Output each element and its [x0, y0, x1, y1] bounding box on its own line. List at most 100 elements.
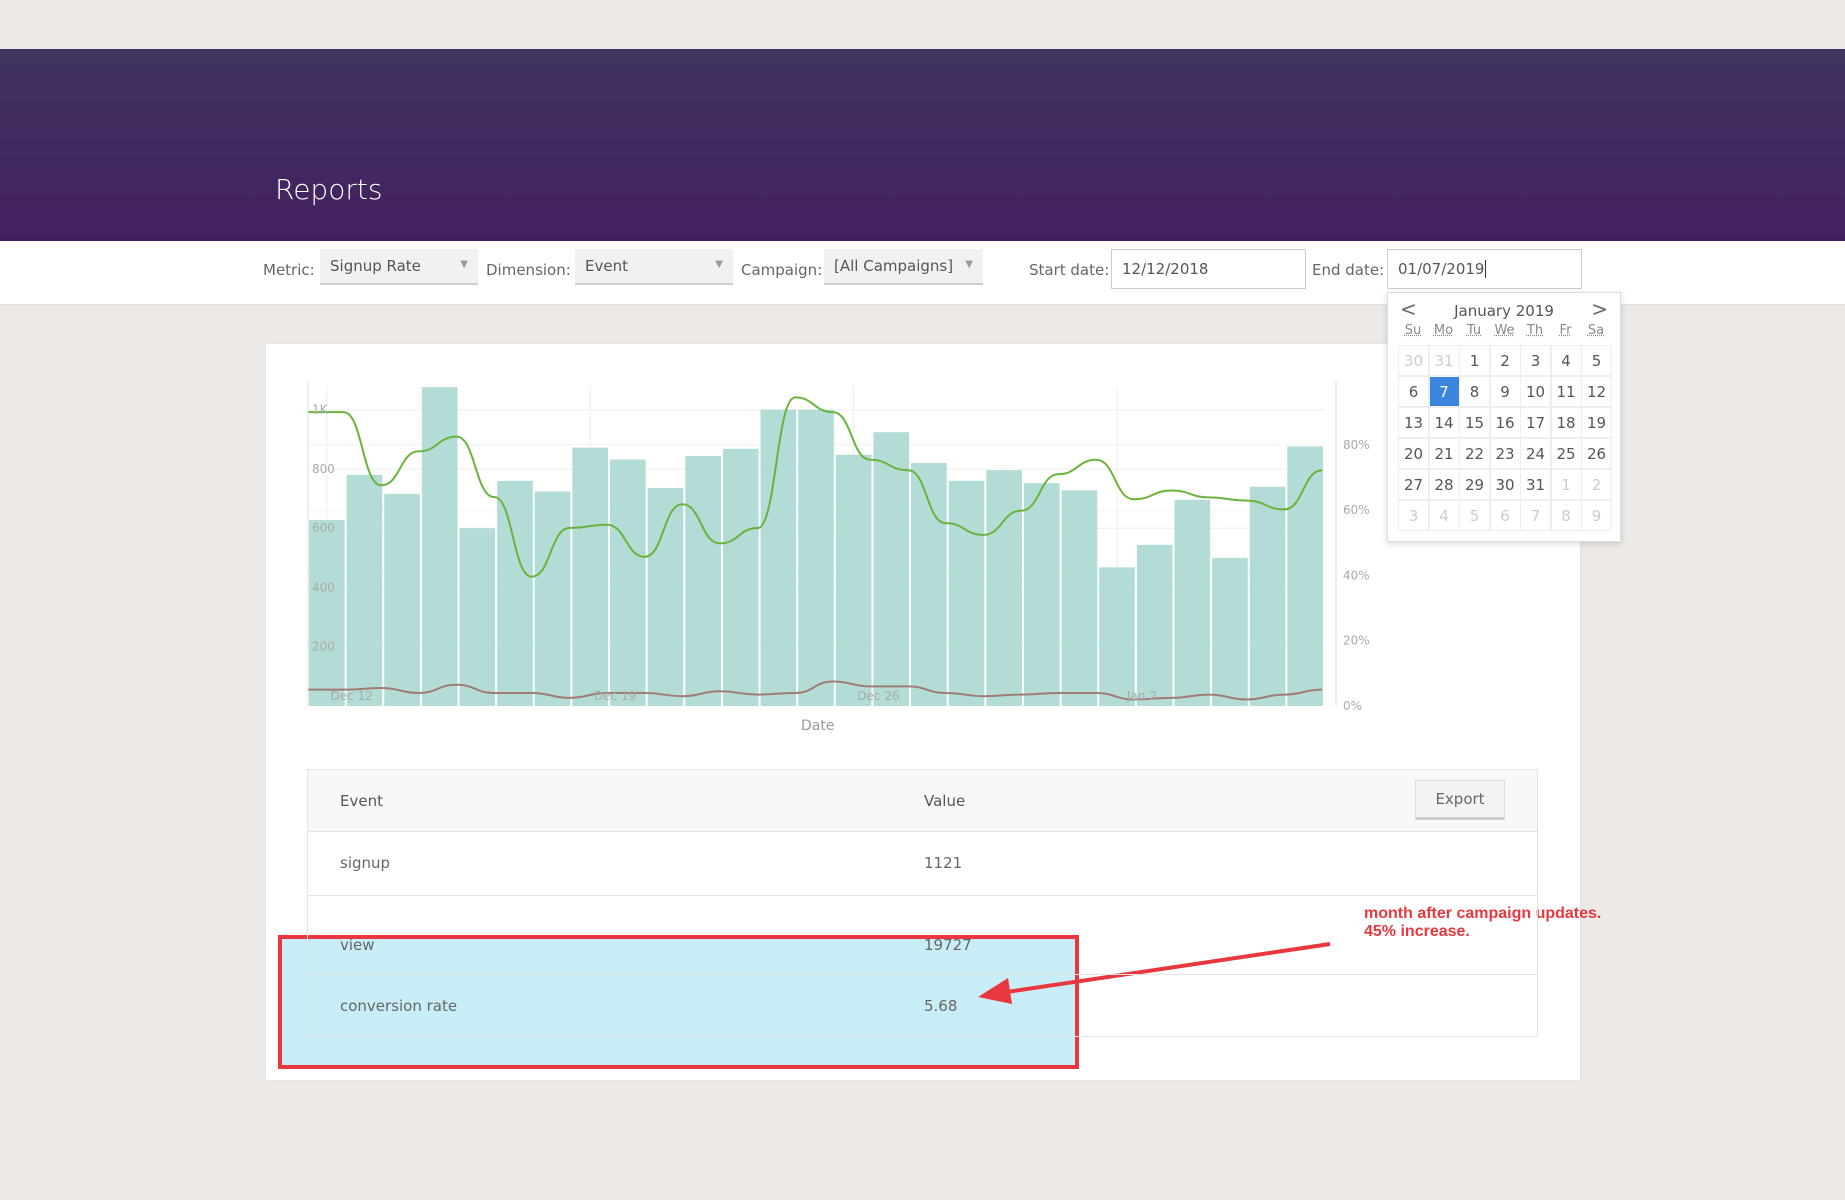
bar: [421, 387, 458, 706]
top-strip: [0, 0, 1845, 49]
weekday-header: Sa: [1587, 323, 1605, 338]
dimension-select[interactable]: Event ▼: [575, 249, 733, 285]
calendar-day[interactable]: 18: [1550, 407, 1582, 438]
calendar-day[interactable]: 6: [1489, 500, 1521, 531]
export-button[interactable]: Export: [1415, 780, 1505, 820]
left-tick-label: 400: [312, 580, 335, 594]
bar: [685, 455, 721, 706]
calendar-day[interactable]: 10: [1520, 376, 1551, 407]
calendar-day[interactable]: 21: [1428, 438, 1460, 469]
right-tick-label: 80%: [1343, 438, 1370, 452]
left-tick-label: 600: [312, 521, 335, 535]
calendar-day[interactable]: 30: [1398, 345, 1429, 376]
calendar-month-title: January 2019: [1454, 302, 1554, 320]
calendar-day[interactable]: 8: [1550, 500, 1582, 531]
calendar-day[interactable]: 4: [1550, 345, 1582, 376]
start-date-label: Start date:: [1029, 261, 1110, 279]
column-header-event: Event: [340, 792, 383, 810]
bar: [1174, 499, 1211, 706]
calendar-day[interactable]: 22: [1459, 438, 1490, 469]
calendar-day[interactable]: 5: [1459, 500, 1490, 531]
calendar-day[interactable]: 16: [1489, 407, 1521, 438]
end-date-input[interactable]: 01/07/2019: [1387, 249, 1582, 289]
end-date-value: 01/07/2019: [1398, 260, 1485, 278]
calendar-day[interactable]: 15: [1459, 407, 1490, 438]
right-tick-label: 0%: [1343, 699, 1362, 713]
bar: [459, 528, 496, 706]
calendar-day[interactable]: 13: [1398, 407, 1429, 438]
event-cell: view: [340, 936, 375, 954]
chevron-down-icon: ▼: [965, 259, 973, 270]
chevron-down-icon: ▼: [715, 259, 723, 270]
calendar-day[interactable]: 30: [1489, 469, 1521, 500]
calendar-day[interactable]: 2: [1489, 345, 1521, 376]
column-header-value: Value: [924, 792, 966, 810]
calendar-day[interactable]: 24: [1520, 438, 1551, 469]
calendar-day[interactable]: 7: [1520, 500, 1551, 531]
x-tick-label: Jan 2: [1126, 689, 1157, 703]
bar: [610, 459, 646, 706]
value-cell: 5.68: [924, 997, 958, 1015]
bar: [384, 493, 420, 706]
results-table: Event Value Export signup 1121 view 1972…: [307, 769, 1538, 1037]
bar: [722, 448, 759, 706]
calendar-day[interactable]: 5: [1581, 345, 1612, 376]
calendar-day[interactable]: 1: [1550, 469, 1582, 500]
calendar-day[interactable]: 28: [1428, 469, 1460, 500]
bar: [835, 454, 872, 706]
calendar-day[interactable]: 31: [1428, 345, 1460, 376]
calendar-day[interactable]: 2: [1581, 469, 1612, 500]
x-tick-label: Dec 19: [594, 689, 636, 703]
calendar-day[interactable]: 31: [1520, 469, 1551, 500]
metric-select[interactable]: Signup Rate ▼: [320, 249, 478, 285]
calendar-day[interactable]: 4: [1428, 500, 1460, 531]
metric-label: Metric:: [263, 261, 315, 279]
calendar-day[interactable]: 27: [1398, 469, 1429, 500]
calendar-day[interactable]: 29: [1459, 469, 1490, 500]
event-cell: conversion rate: [340, 997, 458, 1015]
calendar-day[interactable]: 12: [1581, 376, 1612, 407]
campaign-value: [All Campaigns]: [834, 257, 954, 275]
weekday-header: Fr: [1559, 323, 1572, 338]
campaign-select[interactable]: [All Campaigns] ▼: [824, 249, 983, 285]
calendar-day[interactable]: 3: [1398, 500, 1429, 531]
calendar-day[interactable]: 20: [1398, 438, 1429, 469]
calendar-day[interactable]: 19: [1581, 407, 1612, 438]
calendar-day[interactable]: 9: [1489, 376, 1521, 407]
calendar-day[interactable]: 8: [1459, 376, 1490, 407]
right-tick-label: 60%: [1343, 503, 1370, 517]
x-axis-title: Date: [801, 718, 835, 734]
calendar-day[interactable]: 17: [1520, 407, 1551, 438]
bar: [1212, 557, 1248, 706]
bar: [497, 480, 533, 706]
bar: [798, 409, 834, 706]
bar: [647, 487, 684, 706]
calendar-day[interactable]: 14: [1428, 407, 1460, 438]
calendar-day[interactable]: 25: [1550, 438, 1582, 469]
calendar-day[interactable]: 26: [1581, 438, 1612, 469]
bar: [1099, 567, 1135, 706]
bar: [346, 474, 383, 706]
calendar-day[interactable]: 6: [1398, 376, 1429, 407]
bar: [534, 491, 571, 706]
start-date-input[interactable]: 12/12/2018: [1111, 249, 1306, 289]
end-date-label: End date:: [1312, 261, 1385, 279]
value-cell: 1121: [924, 854, 963, 872]
weekday-header: Th: [1526, 323, 1544, 338]
calendar-day[interactable]: 9: [1581, 500, 1612, 531]
table-header: Event Value Export: [308, 770, 1537, 832]
calendar-day[interactable]: 11: [1550, 376, 1582, 407]
bar: [986, 470, 1022, 706]
calendar-day[interactable]: 1: [1459, 345, 1490, 376]
next-month-button[interactable]: >: [1591, 297, 1608, 321]
metric-value: Signup Rate: [330, 257, 421, 275]
left-tick-label: 200: [312, 640, 335, 654]
calendar-day[interactable]: 7: [1428, 376, 1460, 407]
page-title: Reports: [275, 173, 383, 206]
chevron-down-icon: ▼: [460, 259, 468, 270]
weekday-header: Mo: [1433, 323, 1454, 338]
text-cursor: [1485, 260, 1487, 278]
calendar-day[interactable]: 3: [1520, 345, 1551, 376]
bar: [1061, 490, 1098, 706]
calendar-day[interactable]: 23: [1489, 438, 1521, 469]
